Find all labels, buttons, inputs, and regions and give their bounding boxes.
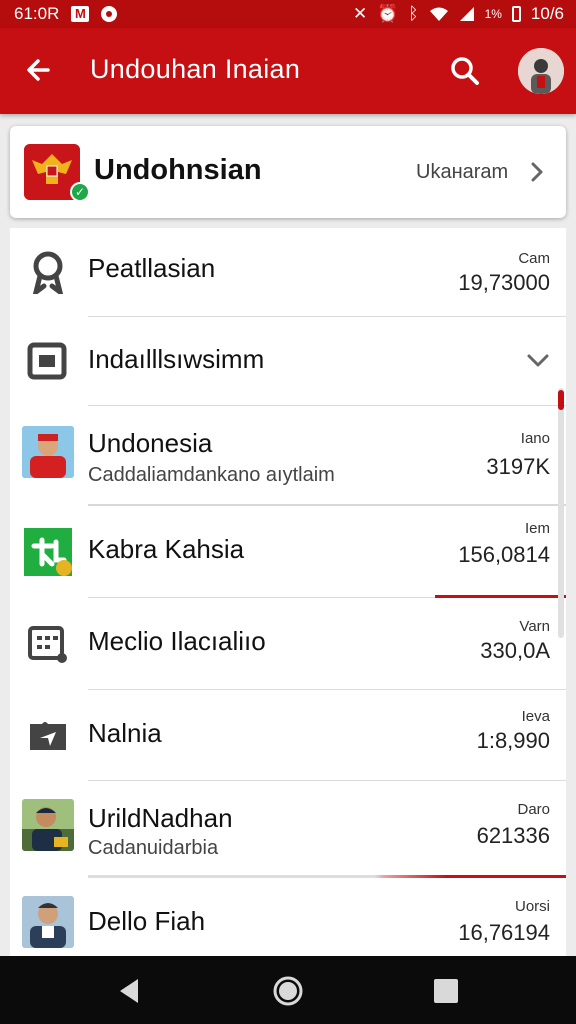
list-item-label: UrildNadhan <box>88 803 233 833</box>
list-item-value: 330,0A <box>480 638 550 663</box>
list-item-subtitle: Caddaliamdankano aıytlaim <box>88 464 335 486</box>
status-right-text: 10/6 <box>530 4 564 23</box>
list-item-caption: Cam <box>518 250 550 267</box>
list-item-label: Dello Fiah <box>88 906 206 936</box>
status-time: 61:0R <box>14 4 60 23</box>
list-item[interactable]: Indaılllsıwsimm <box>10 317 566 406</box>
arrow-left-icon <box>27 59 50 81</box>
list-item[interactable]: Undonesia Caddaliamdankano aıytlaim Iano… <box>10 406 566 506</box>
list-item-label: Indaılllsıwsimm <box>88 344 265 374</box>
battery-icon <box>511 6 521 22</box>
profile-avatar[interactable] <box>518 48 564 94</box>
battery-percent: 1% <box>484 7 502 21</box>
mute-icon: ✕ <box>352 4 368 23</box>
list-item-value: 3197K <box>486 454 550 479</box>
green-app-icon <box>22 526 74 578</box>
calculator-icon <box>22 618 74 670</box>
nav-home-icon[interactable] <box>271 974 305 1008</box>
list-item-label: Meclio Ilacıaliıo <box>88 626 266 656</box>
list-item-caption: Varn <box>519 618 550 635</box>
nav-recents-icon[interactable] <box>429 974 463 1008</box>
country-card[interactable]: ✓ Undohnsian Ukaнaram <box>10 126 566 218</box>
list-item-value: 19,73000 <box>458 270 550 295</box>
gmail-notification-icon: M <box>71 6 90 22</box>
list-item[interactable]: Dello Fiah Uorsi 16,76194 <box>10 878 566 958</box>
back-button[interactable] <box>18 50 58 90</box>
bluetooth-icon: ᛒ <box>408 4 419 23</box>
list-item[interactable]: Meclio Ilacıaliıo Varn 330,0A <box>10 598 566 690</box>
chevron-right-icon[interactable] <box>526 158 548 186</box>
alarm-icon: ⏰ <box>377 4 399 23</box>
app-bar: Undouhan Inaian <box>0 28 576 114</box>
scrollbar-thumb[interactable] <box>558 390 564 410</box>
card-action-label[interactable]: Ukaнaram <box>416 161 508 184</box>
person-photo <box>22 426 74 478</box>
page-title: Undouhan Inaian <box>90 54 301 84</box>
list-item-caption: Uorsi <box>514 898 550 915</box>
person-photo <box>22 799 74 851</box>
user-avatar-icon <box>518 48 564 94</box>
list-item-label: Kabra Kahsia <box>88 534 245 564</box>
list-item-value: 16,76194 <box>458 920 550 945</box>
list-item-value: 156,0814 <box>458 542 550 567</box>
award-icon <box>22 246 74 298</box>
list-item-subtitle: Cadanuidarbia <box>88 837 219 859</box>
ticket-icon <box>22 710 74 762</box>
tablet-icon <box>22 335 74 387</box>
list-item-label: Peatllasian <box>88 253 216 283</box>
country-name: Undohnsian <box>94 154 262 186</box>
search-button[interactable] <box>444 50 486 92</box>
list-item-label: Undonesia <box>88 428 213 458</box>
list-item-value: 1:8,990 <box>476 728 550 753</box>
scrollbar[interactable] <box>558 388 564 638</box>
wifi-icon <box>429 7 448 21</box>
list-item-label: Nalnia <box>88 718 162 748</box>
list-item[interactable]: Nalnia Ieva 1:8,990 <box>10 690 566 781</box>
list-item-value: 621336 <box>476 823 550 848</box>
list-item[interactable]: Peatllasian Cam 19,73000 <box>10 228 566 317</box>
list-item-caption: Iano <box>520 430 550 447</box>
search-icon <box>451 57 479 85</box>
chevron-down-icon[interactable] <box>526 353 550 369</box>
system-nav-bar <box>0 956 576 1024</box>
record-notification-icon <box>101 6 118 22</box>
list-item[interactable]: Kabra Kahsia Iem 156,0814 <box>10 506 566 598</box>
list-item-caption: Iem <box>524 520 550 537</box>
nav-back-icon[interactable] <box>112 974 146 1008</box>
person-photo <box>22 896 74 948</box>
signal-icon <box>459 7 474 21</box>
list-item-caption: Ieva <box>521 708 550 725</box>
item-list: Peatllasian Cam 19,73000 Indaılllsıwsimm <box>10 228 566 958</box>
status-bar: 61:0R M ✕ ⏰ ᛒ 1% 10/6 <box>0 0 576 28</box>
verified-check-icon: ✓ <box>70 182 90 202</box>
list-item[interactable]: UrildNadhan Cadanuidarbia Daro 621336 <box>10 781 566 878</box>
list-item-caption: Daro <box>517 801 550 818</box>
